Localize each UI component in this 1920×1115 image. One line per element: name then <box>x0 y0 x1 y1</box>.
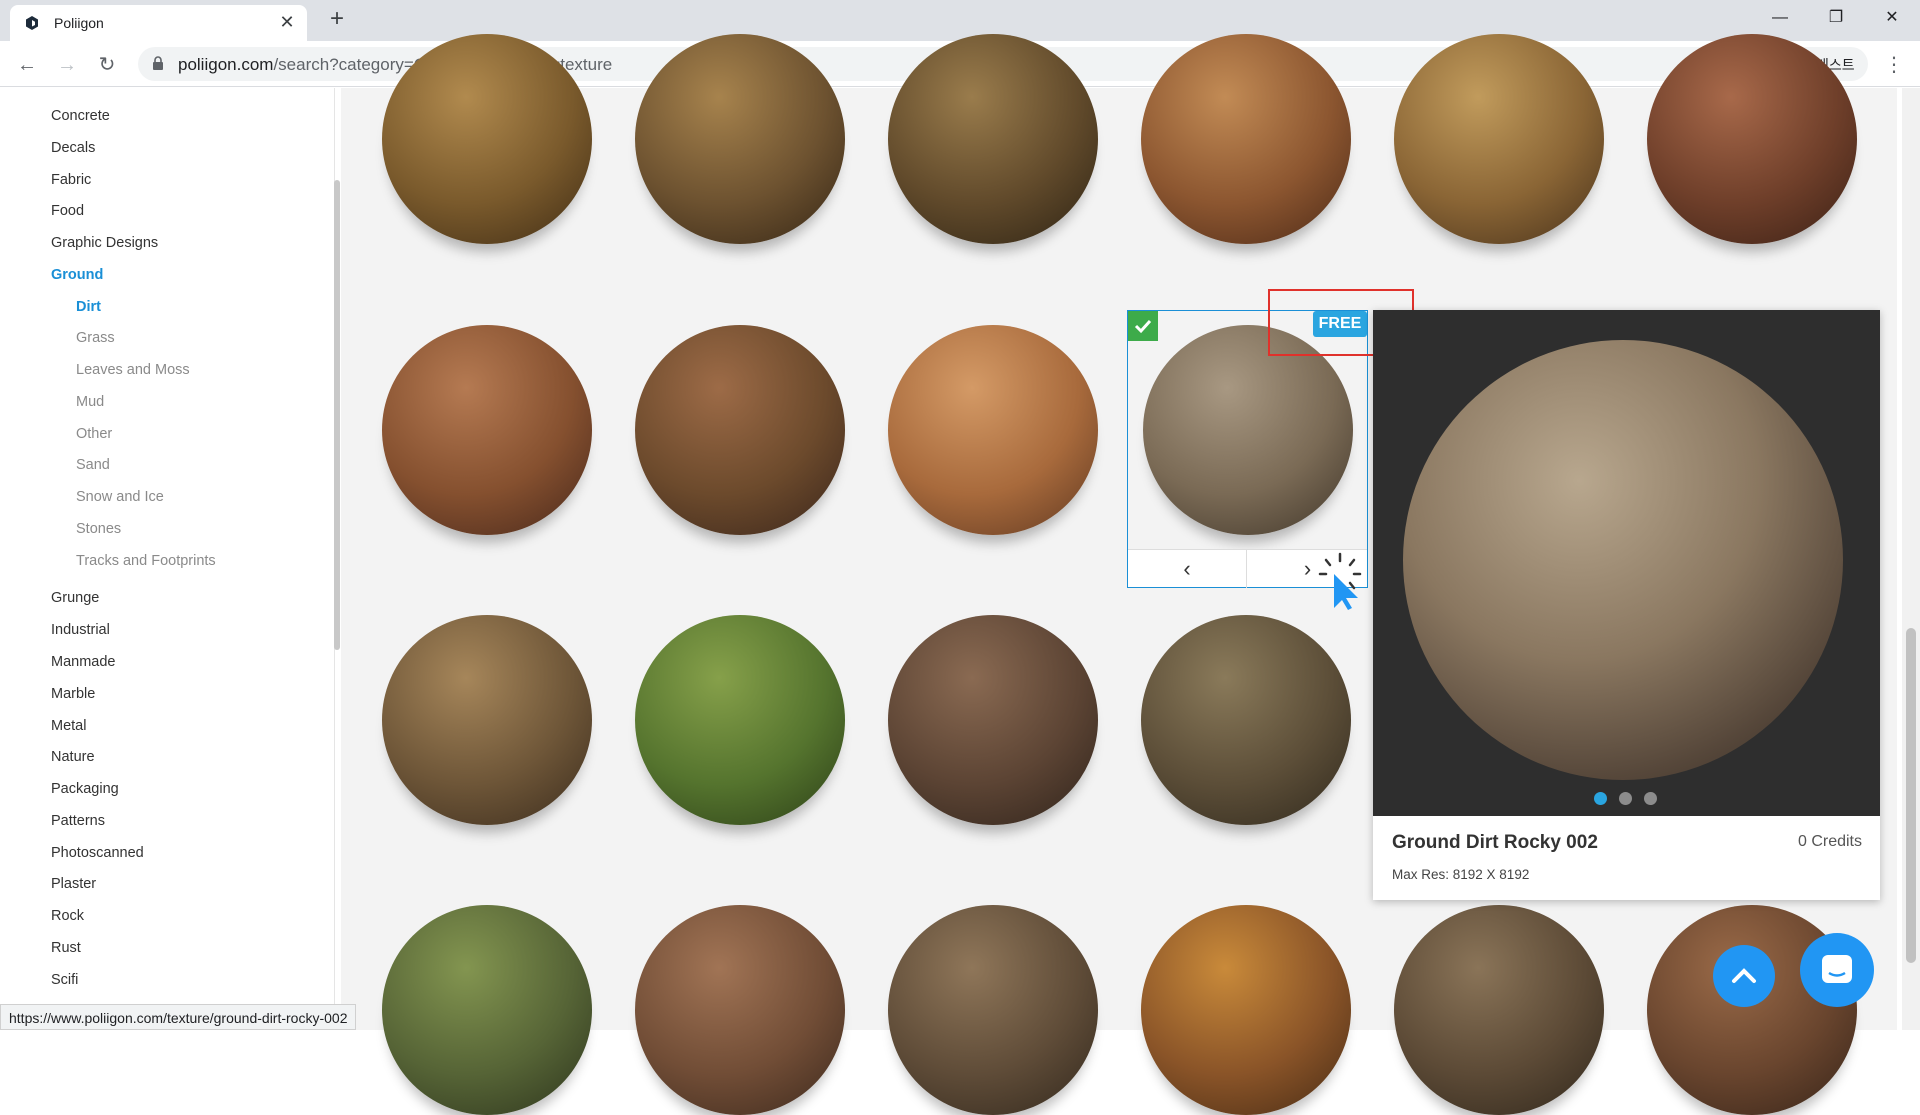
url-host: poliigon.com <box>178 55 274 74</box>
scroll-to-top-button[interactable] <box>1713 945 1775 1007</box>
sidebar-subitem-snow-and-ice[interactable]: Snow and Ice <box>76 489 164 505</box>
check-mark-svg <box>1134 319 1152 334</box>
texture-thumbnail[interactable] <box>1647 34 1857 244</box>
page-scrollbar-thumb[interactable] <box>1906 628 1916 963</box>
page-scrollbar[interactable] <box>1902 88 1920 1030</box>
sidebar-item-fabric[interactable]: Fabric <box>51 172 91 188</box>
sidebar-item-scifi[interactable]: Scifi <box>51 972 78 988</box>
sidebar-item-manmade[interactable]: Manmade <box>51 654 115 670</box>
texture-thumbnail[interactable] <box>635 905 845 1115</box>
maximize-icon[interactable]: ❐ <box>1808 0 1864 36</box>
texture-thumbnail[interactable] <box>635 615 845 825</box>
texture-thumbnail[interactable] <box>888 325 1098 535</box>
sidebar-subitem-leaves-and-moss[interactable]: Leaves and Moss <box>76 362 190 378</box>
texture-thumbnail[interactable] <box>1394 34 1604 244</box>
texture-thumbnail[interactable] <box>1141 615 1351 825</box>
texture-thumbnail[interactable] <box>888 34 1098 244</box>
tab-close-icon[interactable]: ✕ <box>277 12 297 32</box>
chevron-up-icon <box>1732 968 1756 983</box>
texture-thumbnail[interactable] <box>635 34 845 244</box>
status-bar-url: https://www.poliigon.com/texture/ground-… <box>0 1004 357 1030</box>
sidebar-item-food[interactable]: Food <box>51 203 84 219</box>
texture-thumbnail-selected[interactable] <box>1143 325 1353 535</box>
sidebar-subitem-grass[interactable]: Grass <box>76 330 115 346</box>
loading-cursor-icon <box>1318 552 1362 610</box>
browser-tabbar: Poliigon ✕ + — ❐ ✕ <box>0 0 1920 41</box>
browser-tab[interactable]: Poliigon ✕ <box>10 5 307 41</box>
preview-credits: 0 Credits <box>1797 833 1862 850</box>
sidebar-subitem-tracks-and-footprints[interactable]: Tracks and Footprints <box>76 553 216 569</box>
sidebar-item-ground[interactable]: Ground <box>51 267 103 283</box>
sidebar-subitem-dirt[interactable]: Dirt <box>76 299 101 315</box>
chat-icon <box>1822 955 1852 983</box>
carousel-dot-3[interactable] <box>1644 792 1657 805</box>
sidebar-item-marble[interactable]: Marble <box>51 686 95 702</box>
chat-button[interactable] <box>1800 933 1874 1007</box>
sidebar-item-metal[interactable]: Metal <box>51 718 86 734</box>
texture-thumbnail[interactable] <box>382 615 592 825</box>
texture-thumbnail[interactable] <box>1141 34 1351 244</box>
texture-thumbnail[interactable] <box>888 615 1098 825</box>
poliigon-logo-icon <box>26 16 38 30</box>
texture-thumbnail[interactable] <box>1141 905 1351 1115</box>
sidebar-subitem-sand[interactable]: Sand <box>76 457 110 473</box>
preview-max-res: Max Res: 8192 X 8192 <box>1392 867 1530 882</box>
texture-thumbnail[interactable] <box>382 34 592 244</box>
carousel-dot-2[interactable] <box>1619 792 1632 805</box>
sidebar-item-plaster[interactable]: Plaster <box>51 876 96 892</box>
category-sidebar: Concrete Decals Fabric Food Graphic Desi… <box>0 88 335 1030</box>
lock-icon <box>153 56 163 70</box>
tab-title: Poliigon <box>54 15 104 31</box>
sidebar-item-graphic-designs[interactable]: Graphic Designs <box>51 235 158 251</box>
sidebar-item-rust[interactable]: Rust <box>51 940 81 956</box>
texture-thumbnail[interactable] <box>635 325 845 535</box>
window-close-icon[interactable]: ✕ <box>1864 0 1920 36</box>
chevron-left-icon[interactable]: ‹ <box>1128 550 1247 588</box>
sidebar-subitem-stones[interactable]: Stones <box>76 521 121 537</box>
sidebar-item-industrial[interactable]: Industrial <box>51 622 110 638</box>
sidebar-subitem-other[interactable]: Other <box>76 426 112 442</box>
sidebar-scrollbar[interactable] <box>334 180 340 650</box>
sidebar-item-patterns[interactable]: Patterns <box>51 813 105 829</box>
reload-icon[interactable]: ↻ <box>93 51 121 79</box>
texture-thumbnail[interactable] <box>1394 905 1604 1115</box>
texture-thumbnail[interactable] <box>888 905 1098 1115</box>
carousel-dot-1[interactable] <box>1594 792 1607 805</box>
sidebar-item-concrete[interactable]: Concrete <box>51 108 110 124</box>
check-icon <box>1128 311 1158 341</box>
sidebar-item-photoscanned[interactable]: Photoscanned <box>51 845 144 861</box>
sidebar-item-rock[interactable]: Rock <box>51 908 84 924</box>
texture-preview-popup[interactable]: Ground Dirt Rocky 002 0 Credits Max Res:… <box>1373 310 1880 900</box>
preview-image <box>1373 310 1880 816</box>
kebab-menu-icon[interactable]: ⋮ <box>1884 51 1904 79</box>
back-arrow-icon[interactable]: ← <box>13 51 41 79</box>
sidebar-item-grunge[interactable]: Grunge <box>51 590 99 606</box>
texture-thumbnail[interactable] <box>382 905 592 1115</box>
minimize-icon[interactable]: — <box>1752 0 1808 36</box>
sidebar-item-packaging[interactable]: Packaging <box>51 781 119 797</box>
preview-sphere-image <box>1403 340 1843 780</box>
forward-arrow-icon[interactable]: → <box>53 51 81 79</box>
preview-title[interactable]: Ground Dirt Rocky 002 <box>1392 832 1598 854</box>
sidebar-subitem-mud[interactable]: Mud <box>76 394 104 410</box>
texture-thumbnail[interactable] <box>382 325 592 535</box>
sidebar-item-decals[interactable]: Decals <box>51 140 95 156</box>
new-tab-icon[interactable]: + <box>325 7 349 32</box>
sidebar-item-nature[interactable]: Nature <box>51 749 95 765</box>
